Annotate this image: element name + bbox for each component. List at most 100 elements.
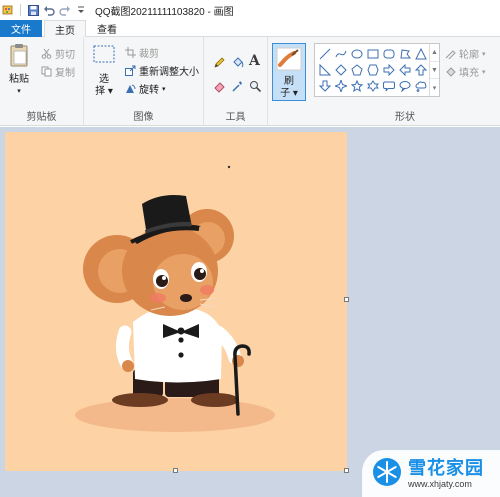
paint-app-icon[interactable] [2, 4, 14, 16]
group-clipboard: 粘贴 ▾ 剪切 复制 剪贴板 [0, 37, 84, 126]
crop-icon [124, 47, 136, 59]
scissors-icon [40, 48, 52, 60]
color-picker-icon[interactable] [230, 79, 244, 93]
right-arrow-shape-icon[interactable] [381, 62, 397, 78]
oval-callout-shape-icon[interactable] [397, 78, 413, 94]
save-icon[interactable] [27, 4, 39, 16]
outline-icon [444, 48, 456, 60]
shapes-gallery: ▲ ▼ ▾ [314, 43, 440, 97]
tab-file[interactable]: 文件 [0, 20, 42, 37]
tab-view[interactable]: 查看 [88, 20, 126, 37]
polygon-shape-icon[interactable] [397, 46, 413, 62]
ribbon-tabs: 文件 主页 查看 [0, 20, 500, 38]
fill-icon [444, 66, 456, 78]
outline-button[interactable]: 轮廓 ▾ [444, 46, 486, 61]
pencil-icon[interactable] [212, 55, 226, 69]
drawing-canvas[interactable] [5, 132, 347, 471]
canvas-resize-handle-right[interactable] [344, 297, 349, 302]
curve-shape-icon[interactable] [333, 46, 349, 62]
mouse-illustration [5, 132, 347, 471]
hexagon-shape-icon[interactable] [365, 62, 381, 78]
paste-dropdown-icon[interactable]: ▾ [17, 86, 21, 98]
resize-icon [124, 65, 136, 77]
clipboard-group-label: 剪贴板 [26, 112, 57, 123]
clipboard-icon [9, 43, 29, 70]
watermark-text: 雪花家园 www.xhjaty.com [408, 457, 484, 489]
rounded-rectangle-shape-icon[interactable] [381, 46, 397, 62]
shapes-more-icon[interactable]: ▾ [430, 79, 439, 96]
brushes-label-text: 子 [280, 88, 291, 99]
undo-icon[interactable] [43, 4, 55, 16]
resize-button[interactable]: 重新调整大小 [124, 63, 199, 78]
canvas-resize-handle-bottom[interactable] [173, 468, 178, 473]
shapes-scroll-down-icon[interactable]: ▼ [430, 62, 439, 80]
select-label-line1: 选 [99, 74, 109, 85]
eraser-icon[interactable] [212, 79, 226, 93]
magnifier-icon[interactable] [248, 79, 262, 93]
copy-label: 复制 [55, 68, 75, 79]
quick-access-toolbar [0, 4, 87, 16]
shapes-scroll-up-icon[interactable]: ▲ [430, 44, 439, 62]
text-tool-icon[interactable]: A [249, 53, 260, 69]
outline-label: 轮廓 [459, 50, 479, 61]
paste-button[interactable]: 粘贴 ▾ [6, 43, 32, 98]
select-label-line2: 择 ▾ [95, 86, 113, 97]
group-tools: A 工具 [204, 37, 268, 126]
ribbon: 粘贴 ▾ 剪切 复制 剪贴板 选 择 ▾ 裁剪 重新调整大小 旋转 ▾ 图像 A… [0, 37, 500, 126]
crop-button[interactable]: 裁剪 [124, 45, 159, 60]
fill-label: 填充 [459, 68, 479, 79]
copy-icon [40, 66, 52, 78]
brushes-button[interactable]: 刷 子 ▾ [272, 43, 306, 101]
fill-button[interactable]: 填充 ▾ [444, 64, 486, 79]
oval-shape-icon[interactable] [349, 46, 365, 62]
select-label-text: 择 [95, 86, 106, 97]
image-group-label: 图像 [133, 112, 154, 123]
up-arrow-shape-icon[interactable] [413, 62, 429, 78]
line-shape-icon[interactable] [317, 46, 333, 62]
six-point-star-shape-icon[interactable] [365, 78, 381, 94]
shapes-grid [317, 46, 429, 94]
right-triangle-shape-icon[interactable] [317, 62, 333, 78]
crop-label: 裁剪 [139, 49, 159, 60]
tools-group-label: 工具 [225, 112, 246, 123]
rectangle-shape-icon[interactable] [365, 46, 381, 62]
shapes-group-label: 形状 [395, 112, 415, 123]
group-image: 选 择 ▾ 裁剪 重新调整大小 旋转 ▾ 图像 [84, 37, 204, 126]
paste-label: 粘贴 [9, 74, 29, 85]
redo-icon[interactable] [59, 4, 71, 16]
workspace [0, 127, 500, 497]
rotate-icon [124, 83, 136, 95]
brush-icon [276, 47, 302, 74]
qat-divider [20, 4, 21, 16]
fill-dropdown-icon[interactable]: ▾ [482, 68, 486, 76]
rotate-dropdown-icon[interactable]: ▾ [162, 85, 166, 93]
copy-button[interactable]: 复制 [40, 64, 75, 79]
brushes-label-line1: 刷 [284, 76, 294, 87]
cut-label: 剪切 [55, 50, 75, 61]
left-arrow-shape-icon[interactable] [397, 62, 413, 78]
cut-button[interactable]: 剪切 [40, 46, 75, 61]
customize-qat-icon[interactable] [75, 4, 87, 16]
four-point-star-shape-icon[interactable] [333, 78, 349, 94]
pentagon-shape-icon[interactable] [349, 62, 365, 78]
cloud-callout-shape-icon[interactable] [413, 78, 429, 94]
select-rectangle-icon [93, 45, 115, 66]
snowflake-logo-icon [372, 457, 402, 490]
watermark-title: 雪花家园 [408, 457, 484, 479]
watermark: 雪花家园 www.xhjaty.com [362, 450, 500, 497]
tab-home[interactable]: 主页 [44, 20, 86, 38]
down-arrow-shape-icon[interactable] [317, 78, 333, 94]
select-button[interactable]: 选 择 ▾ [90, 45, 118, 98]
window-title: QQ截图20211111103820 - 画图 [95, 6, 234, 18]
rounded-callout-shape-icon[interactable] [381, 78, 397, 94]
triangle-shape-icon[interactable] [413, 46, 429, 62]
canvas-resize-handle-corner[interactable] [344, 468, 349, 473]
outline-dropdown-icon[interactable]: ▾ [482, 50, 486, 58]
diamond-shape-icon[interactable] [333, 62, 349, 78]
fill-bucket-icon[interactable] [230, 55, 244, 69]
title-bar: QQ截图20211111103820 - 画图 [0, 0, 500, 20]
shapes-scrollbar[interactable]: ▲ ▼ ▾ [429, 44, 439, 96]
five-point-star-shape-icon[interactable] [349, 78, 365, 94]
rotate-button[interactable]: 旋转 ▾ [124, 81, 166, 96]
brushes-label-line2: 子 ▾ [280, 88, 298, 99]
